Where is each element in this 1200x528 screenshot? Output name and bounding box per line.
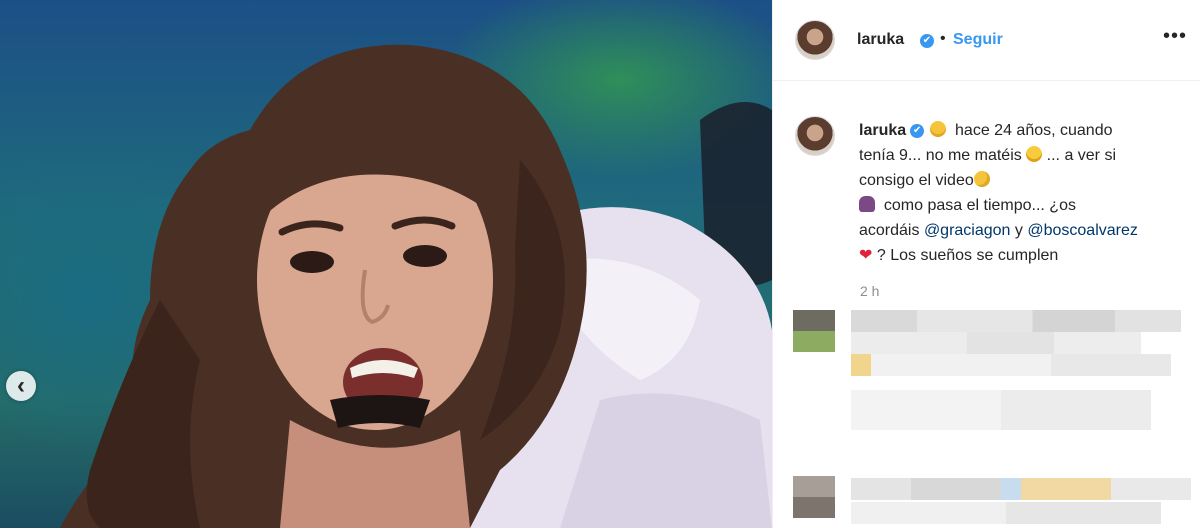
photo-illustration — [60, 44, 772, 528]
post-header: laruka ✔ • Seguir ••• — [773, 0, 1200, 81]
chevron-left-icon: ‹ — [17, 372, 25, 399]
follow-button[interactable]: Seguir — [953, 31, 1003, 49]
caption-line: hace 24 años, cuando — [955, 122, 1113, 139]
avatar[interactable] — [793, 476, 835, 518]
blurred-emoji — [1021, 478, 1111, 500]
laughing-emoji-icon — [1026, 146, 1043, 162]
post-photo: ‹ — [0, 0, 772, 528]
username-link[interactable]: laruka — [857, 31, 904, 49]
blurred-emoji — [851, 354, 871, 376]
caption-line: ? Los sueños se cumplen — [876, 247, 1059, 264]
comment-item — [793, 308, 1193, 448]
person-emoji-icon — [859, 196, 875, 212]
verified-badge-icon: ✔ — [920, 34, 934, 48]
previous-photo-button[interactable]: ‹ — [6, 371, 36, 401]
avatar[interactable] — [795, 116, 835, 156]
mention-link[interactable]: @graciagon — [924, 222, 1011, 239]
blurred-comment-text — [871, 354, 1171, 376]
verified-badge-icon: ✔ — [910, 123, 925, 138]
caption-username-link[interactable]: laruka — [859, 122, 906, 139]
caption-line: tenía 9... no me matéis — [859, 147, 1022, 164]
blurred-comment-text — [851, 502, 1161, 524]
mention-link[interactable]: @boscoalvarez — [1027, 222, 1138, 239]
caption-line: consigo el video — [859, 172, 974, 189]
caption-line: como pasa el tiempo... ¿os — [883, 197, 1076, 214]
separator-dot: • — [940, 30, 946, 47]
post-timestamp[interactable]: 2 h — [860, 283, 879, 299]
blurred-comment-text — [1111, 478, 1191, 500]
comment-item — [793, 476, 1193, 528]
post-sidebar: laruka ✔ • Seguir ••• laruka ✔ hace 24 añ… — [772, 0, 1200, 528]
caption-line: acordáis — [859, 222, 920, 239]
avatar[interactable] — [795, 20, 835, 60]
caption-line: ... a ver si — [1046, 147, 1117, 164]
avatar[interactable] — [793, 310, 835, 352]
blurred-comment-text — [851, 332, 1141, 354]
blurred-comment-text — [851, 310, 1181, 332]
heart-emoji-icon: ❤ — [859, 247, 873, 264]
caption-text: laruka ✔ hace 24 años, cuando tenía 9... … — [859, 118, 1195, 268]
more-options-icon[interactable]: ••• — [1163, 25, 1187, 48]
blurred-comment-text — [851, 478, 1001, 500]
blurred-emoji — [1001, 478, 1021, 500]
caption-line: y — [1014, 222, 1023, 239]
pensive-emoji-icon — [930, 121, 947, 137]
blurred-comment-text — [851, 390, 1151, 430]
wink-emoji-icon — [973, 171, 990, 187]
